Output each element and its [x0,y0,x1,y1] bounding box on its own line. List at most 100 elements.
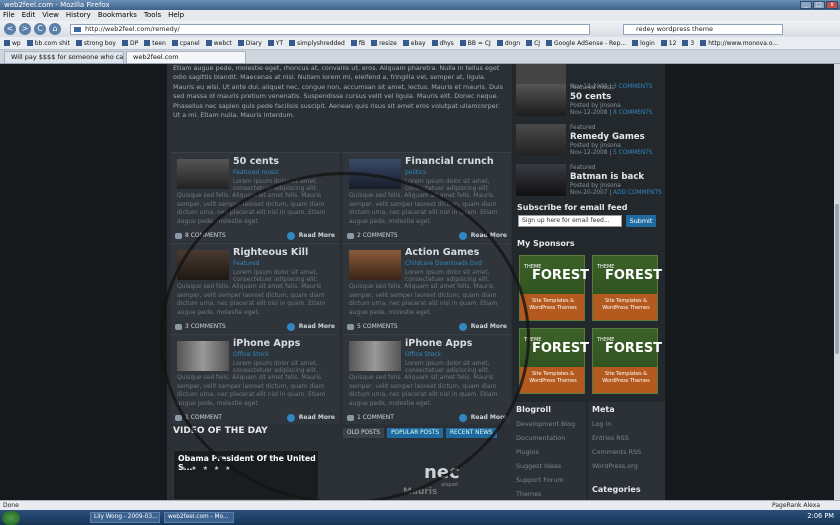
comment-count-link[interactable]: 5 COMMENTS [357,322,398,332]
menu-help[interactable]: Help [168,10,184,21]
sponsor-ad[interactable]: THEME FOREST Site Templates & WordPress … [519,255,589,321]
post-category[interactable]: politics [405,169,426,176]
bookmark-item[interactable]: webct [205,40,232,47]
blogroll-link[interactable]: Suggest Ideas [516,462,561,470]
bookmark-item[interactable]: dngn [496,40,520,47]
bookmark-item[interactable]: bb.com shit [26,40,70,47]
comment-count-link[interactable]: 2 COMMENTS [357,231,398,241]
sponsor-ad[interactable]: THEME FOREST Site Templates & WordPress … [592,255,662,321]
menu-bookmarks[interactable]: Bookmarks [98,10,137,21]
sidebar-post-title[interactable]: Batman is back [570,172,644,182]
tab-popular-posts[interactable]: POPULAR POSTS [387,428,444,438]
comment-count-link[interactable]: 8 COMMENTS [185,231,226,241]
read-more-link[interactable]: Read More [299,231,335,241]
post-title[interactable]: Righteous Kill [233,247,308,258]
video-player[interactable]: Obama President Of the United S... ★ ★ ★… [173,450,319,500]
start-button[interactable] [2,510,20,525]
home-button[interactable]: ⌂ [49,23,61,35]
url-bar[interactable]: http://web2feel.com/remedy/ [70,23,590,35]
bookmark-item[interactable]: simplyshredded [289,40,345,47]
post-thumbnail[interactable] [177,341,229,371]
post-title[interactable]: Action Games [405,247,479,258]
meta-link[interactable]: Comments RSS [592,448,641,456]
bookmark-item[interactable]: http://www.monova.o... [700,40,778,47]
bookmark-item[interactable]: CJ [526,40,540,47]
sponsor-ad[interactable]: THEME FOREST Site Templates & WordPress … [592,328,662,394]
close-button[interactable]: x [826,1,838,9]
tab-web2feel[interactable]: web2feel.com [126,51,246,63]
post-category[interactable]: Office Stock [233,351,269,358]
comment-count-link[interactable]: 1 COMMENT [185,413,222,423]
sidebar-comments-link[interactable]: ADD COMMENTS [613,190,662,196]
menu-tools[interactable]: Tools [144,10,161,21]
read-more-link[interactable]: Read More [471,231,507,241]
tab-forum[interactable]: Will pay $$$$ for someone who can... [4,51,124,63]
bookmark-item[interactable]: resize [371,40,397,47]
post-thumbnail[interactable] [177,250,229,280]
bookmark-item[interactable]: ebay [402,40,426,47]
blogroll-link[interactable]: Plugins [516,448,539,456]
bookmark-item[interactable]: 3 [682,40,694,47]
back-button[interactable]: < [4,23,16,35]
bookmark-item[interactable]: Diary [237,40,262,47]
post-title[interactable]: iPhone Apps [405,338,472,349]
post-title[interactable]: 50 cents [233,156,279,167]
tab-old-posts[interactable]: OLD POSTS [343,428,385,438]
bookmark-item[interactable]: teen [144,40,166,47]
read-more-link[interactable]: Read More [471,322,507,332]
search-input[interactable]: redey wordpress theme [623,23,783,35]
sidebar-post-title[interactable]: Remedy Games [570,132,645,142]
meta-link[interactable]: Log in [592,420,611,428]
sidebar-comments-link[interactable]: 8 COMMENTS [613,110,652,116]
post-title[interactable]: Financial crunch [405,156,494,167]
post-thumbnail[interactable] [349,159,401,189]
sponsor-ad[interactable]: THEME FOREST Site Templates & WordPress … [519,328,589,394]
bookmark-item[interactable]: strong boy [75,40,116,47]
bookmark-item[interactable]: YT [267,40,283,47]
sidebar-post-title[interactable]: 50 cents [570,92,611,102]
bookmark-item[interactable]: wp [4,40,21,47]
post-title[interactable]: iPhone Apps [233,338,300,349]
post-thumbnail[interactable] [349,250,401,280]
sidebar-post-thumbnail[interactable] [516,84,566,116]
read-more-link[interactable]: Read More [299,413,335,423]
menu-file[interactable]: File [3,10,15,21]
post-category[interactable]: Featured music [233,169,279,176]
blogroll-link[interactable]: Support Forum [516,476,564,484]
bookmark-item[interactable]: cpanel [171,40,200,47]
bookmark-item[interactable]: BB = CJ [459,40,491,47]
read-more-link[interactable]: Read More [299,322,335,332]
menu-edit[interactable]: Edit [22,10,36,21]
email-feed-input[interactable]: Sign up here for email feed... [518,215,622,227]
blogroll-link[interactable]: Documentation [516,434,565,442]
sidebar-post-thumbnail[interactable] [516,124,566,156]
reload-button[interactable]: C [34,23,46,35]
bookmark-item[interactable]: dhys [431,40,454,47]
meta-link[interactable]: WordPress.org [592,462,638,470]
post-category[interactable]: Office Stock [405,351,441,358]
comment-count-link[interactable]: 1 COMMENT [357,413,394,423]
post-category[interactable]: Featured [233,260,259,267]
read-more-link[interactable]: Read More [471,413,507,423]
forward-button[interactable]: > [19,23,31,35]
bookmark-item[interactable]: 12 [660,40,676,47]
bookmark-item[interactable]: Google AdSense - Rep... [546,40,626,47]
tab-recent-news[interactable]: RECENT NEWS [446,428,497,438]
comment-count-link[interactable]: 3 COMMENTS [185,322,226,332]
minimize-button[interactable]: _ [800,1,812,9]
taskbar-item[interactable]: Lily Wong - 2009-03... [90,512,160,523]
menu-history[interactable]: History [66,10,91,21]
maximize-button[interactable]: □ [813,1,825,9]
sidebar-post-thumbnail[interactable] [516,164,566,196]
blogroll-link[interactable]: Themes [516,490,541,498]
meta-link[interactable]: Entries RSS [592,434,629,442]
page-scrollbar[interactable] [834,64,840,500]
post-category[interactable]: Childcare Downloads Dvd [405,260,482,267]
blogroll-link[interactable]: Development Blog [516,420,575,428]
bookmark-item[interactable]: DP [121,40,138,47]
menu-view[interactable]: View [42,10,59,21]
sidebar-comments-link[interactable]: 5 COMMENTS [613,150,652,156]
post-thumbnail[interactable] [177,159,229,189]
post-thumbnail[interactable] [349,341,401,371]
bookmark-item[interactable]: login [632,40,655,47]
